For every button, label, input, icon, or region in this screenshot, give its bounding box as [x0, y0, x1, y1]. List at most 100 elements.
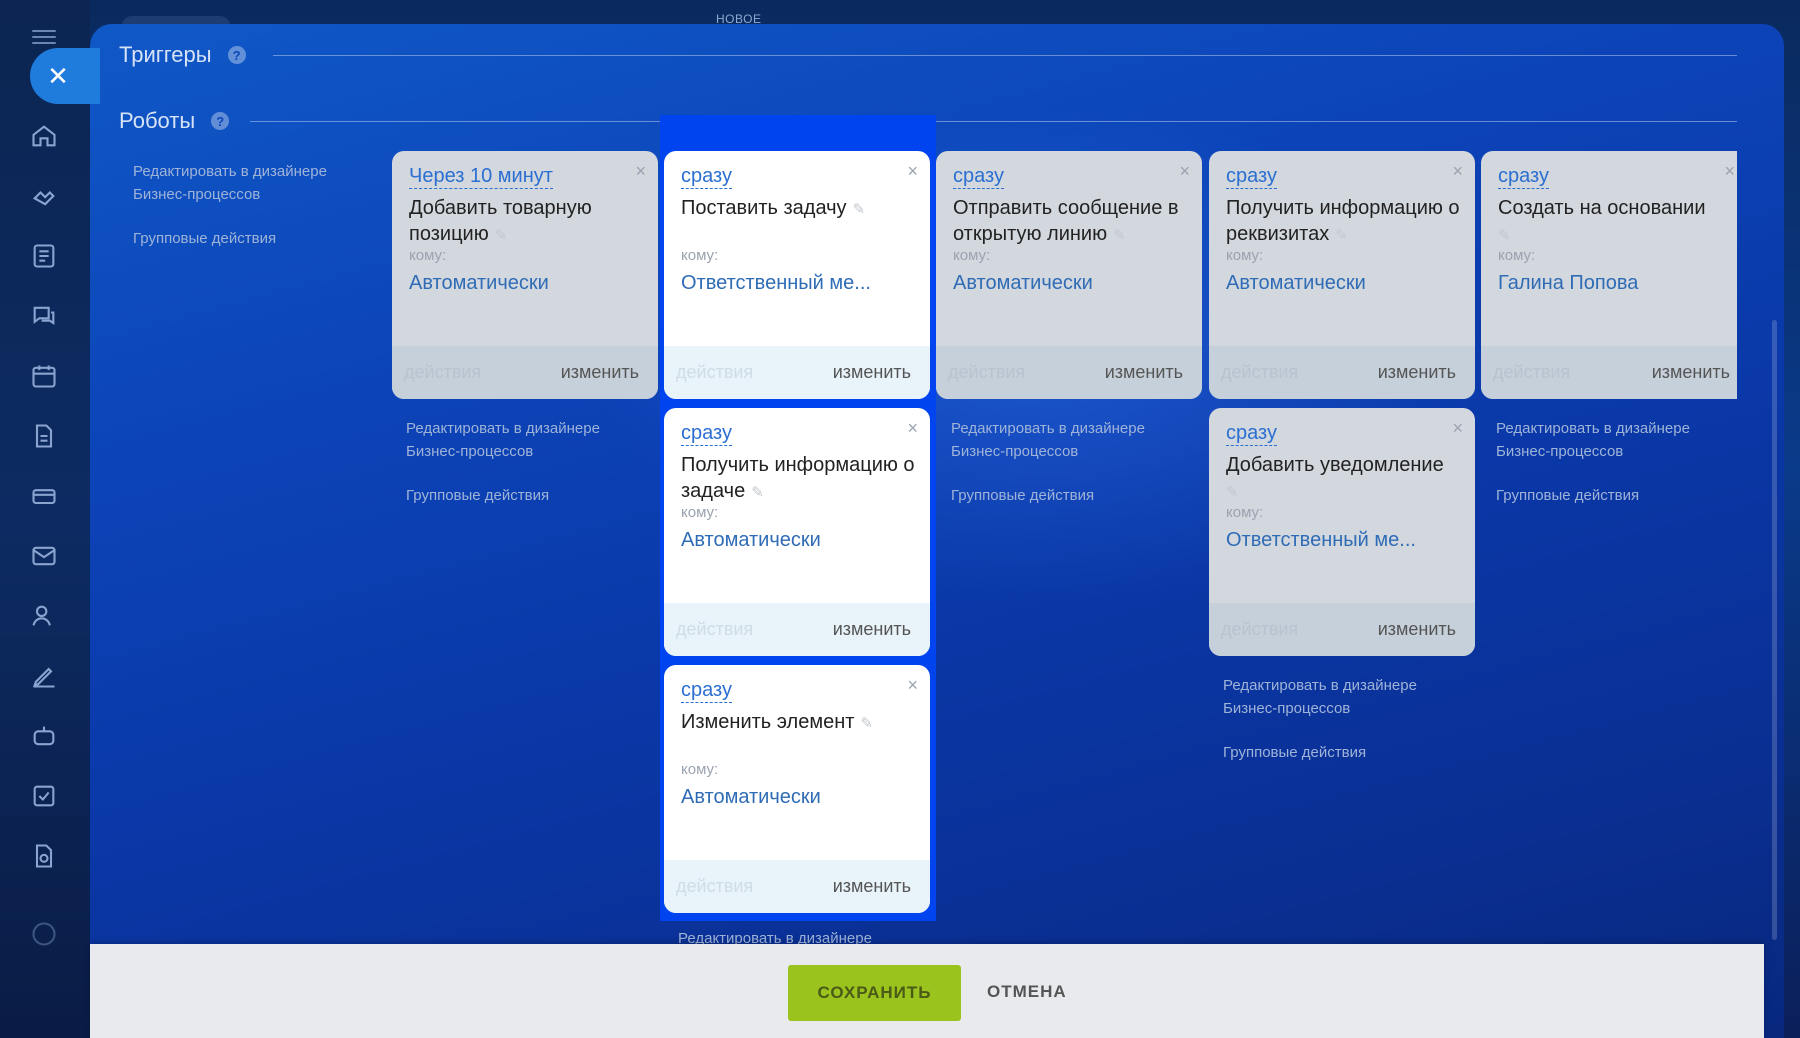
edit-in-designer-link[interactable]: Редактировать в дизайнере Бизнес-процесс… — [1496, 417, 1736, 463]
close-icon[interactable]: × — [1452, 418, 1463, 439]
robot-title: Добавить уведомление — [1226, 454, 1444, 476]
robot-delay-link[interactable]: сразу — [953, 164, 1004, 189]
robot-to-value[interactable]: Автоматически — [681, 786, 821, 809]
robot-to-value[interactable]: Автоматически — [409, 272, 549, 295]
robot-delay-link[interactable]: сразу — [1226, 421, 1277, 446]
robot-card[interactable]: сразу × Поставить задачу ✎ кому: Ответств… — [664, 151, 930, 399]
pencil-icon[interactable]: ✎ — [1335, 223, 1348, 249]
group-actions-link[interactable]: Групповые действия — [951, 484, 1094, 507]
close-panel-button[interactable]: ✕ — [30, 48, 100, 104]
close-icon: ✕ — [47, 60, 69, 91]
robot-to-label: кому: — [1226, 504, 1264, 521]
robot-to-label: кому: — [1498, 247, 1536, 264]
edit-in-designer-link[interactable]: Редактировать в дизайнере Бизнес-процесс… — [133, 160, 373, 206]
robot-card[interactable]: Через 10 минут × Добавить товарную позиц… — [392, 151, 658, 399]
sign-icon[interactable] — [30, 662, 58, 690]
robot-to-label: кому: — [681, 761, 719, 778]
robot-icon[interactable] — [30, 722, 58, 750]
chat-icon[interactable] — [30, 302, 58, 330]
pencil-icon[interactable]: ✎ — [853, 197, 866, 223]
pencil-icon[interactable]: ✎ — [1226, 480, 1239, 506]
pencil-icon[interactable]: ✎ — [1498, 223, 1511, 249]
robot-actions: действия — [404, 362, 482, 382]
robot-edit-button[interactable]: изменить — [1378, 619, 1456, 640]
robot-edit-button[interactable]: изменить — [1105, 362, 1183, 383]
users-icon[interactable] — [30, 602, 58, 630]
edit-in-designer-link[interactable]: Редактировать в дизайнере Бизнес-процесс… — [406, 417, 646, 463]
document-icon[interactable] — [30, 422, 58, 450]
cancel-button[interactable]: ОТМЕНА — [987, 982, 1067, 1002]
robot-edit-button[interactable]: изменить — [1652, 362, 1730, 383]
robots-help-icon[interactable]: ? — [211, 112, 230, 130]
robot-edit-button[interactable]: изменить — [561, 362, 639, 383]
robot-delay-link[interactable]: сразу — [1498, 164, 1549, 189]
robot-title: Создать на основании — [1498, 197, 1706, 219]
mail-icon[interactable] — [30, 542, 58, 570]
robot-title: Отправить сообщение в открытую линию — [953, 197, 1179, 245]
robot-edit-button[interactable]: изменить — [833, 619, 911, 640]
robot-card[interactable]: сразу × Создать на основании ✎ кому: Гали… — [1481, 151, 1737, 399]
robot-delay-link[interactable]: Через 10 минут — [409, 164, 553, 189]
crm-icon[interactable] — [30, 482, 58, 510]
close-icon[interactable]: × — [1452, 161, 1463, 182]
feed-icon[interactable] — [30, 242, 58, 270]
robot-to-label: кому: — [681, 247, 719, 264]
scrollbar[interactable] — [1772, 320, 1777, 940]
app-sidebar — [0, 0, 90, 1038]
robot-edit-button[interactable]: изменить — [833, 362, 911, 383]
tasks-icon[interactable] — [30, 782, 58, 810]
group-actions-link[interactable]: Групповые действия — [1223, 741, 1366, 764]
robot-to-value[interactable]: Ответственный ме... — [681, 272, 871, 295]
robot-title: Изменить элемент — [681, 711, 855, 733]
group-actions-link[interactable]: Групповые действия — [133, 227, 276, 250]
triggers-help-icon[interactable]: ? — [227, 46, 246, 64]
robot-to-value[interactable]: Ответственный ме... — [1226, 529, 1416, 552]
close-icon[interactable]: × — [1179, 161, 1190, 182]
hands-icon[interactable] — [30, 182, 58, 210]
robot-to-value[interactable]: Автоматически — [953, 272, 1093, 295]
close-icon[interactable]: × — [907, 675, 918, 696]
robot-edit-button[interactable]: изменить — [1378, 362, 1456, 383]
edit-in-designer-link[interactable]: Редактировать в дизайнере Бизнес-процесс… — [1223, 674, 1463, 720]
pencil-icon[interactable]: ✎ — [495, 223, 508, 249]
robot-card[interactable]: сразу × Отправить сообщение в открытую л… — [936, 151, 1202, 399]
close-icon[interactable]: × — [907, 418, 918, 439]
close-icon[interactable]: × — [635, 161, 646, 182]
robots-title: Роботы — [119, 108, 196, 133]
robots-section-title: Роботы ? — [119, 108, 230, 134]
robot-to-label: кому: — [681, 504, 719, 521]
pencil-icon[interactable]: ✎ — [860, 711, 873, 737]
robot-to-value[interactable]: Галина Попова — [1498, 272, 1638, 295]
triggers-divider — [273, 55, 1737, 56]
robot-card[interactable]: сразу × Изменить элемент ✎ кому: Автомати… — [664, 665, 930, 913]
robot-to-label: кому: — [409, 247, 447, 264]
save-button[interactable]: СОХРАНИТЬ — [788, 965, 961, 1021]
robot-actions: действия — [1221, 362, 1299, 382]
robot-to-value[interactable]: Автоматически — [1226, 272, 1366, 295]
home-icon[interactable] — [30, 122, 58, 150]
robot-delay-link[interactable]: сразу — [1226, 164, 1277, 189]
robot-card[interactable]: сразу × Получить информацию о реквизитах… — [1209, 151, 1475, 399]
robot-delay-link[interactable]: сразу — [681, 678, 732, 703]
triggers-title: Триггеры — [119, 42, 212, 67]
help-circle-icon[interactable] — [30, 920, 58, 948]
robot-title: Получить информацию о задаче — [681, 454, 915, 502]
menu-icon[interactable] — [32, 30, 56, 44]
robot-card[interactable]: сразу × Добавить уведомление ✎ кому: Отве… — [1209, 408, 1475, 656]
pencil-icon[interactable]: ✎ — [751, 480, 764, 506]
robot-edit-button[interactable]: изменить — [833, 876, 911, 897]
robot-delay-link[interactable]: сразу — [681, 164, 732, 189]
settings-doc-icon[interactable] — [30, 842, 58, 870]
robot-actions: действия — [948, 362, 1026, 382]
robot-to-value[interactable]: Автоматически — [681, 529, 821, 552]
group-actions-link[interactable]: Групповые действия — [406, 484, 549, 507]
robots-divider — [250, 121, 1737, 122]
pencil-icon[interactable]: ✎ — [1113, 223, 1126, 249]
close-icon[interactable]: × — [907, 161, 918, 182]
robot-card[interactable]: сразу × Получить информацию о задаче ✎ ко… — [664, 408, 930, 656]
robot-delay-link[interactable]: сразу — [681, 421, 732, 446]
edit-in-designer-link[interactable]: Редактировать в дизайнере Бизнес-процесс… — [951, 417, 1191, 463]
group-actions-link[interactable]: Групповые действия — [1496, 484, 1639, 507]
calendar-icon[interactable] — [30, 362, 58, 390]
close-icon[interactable]: × — [1724, 161, 1735, 182]
